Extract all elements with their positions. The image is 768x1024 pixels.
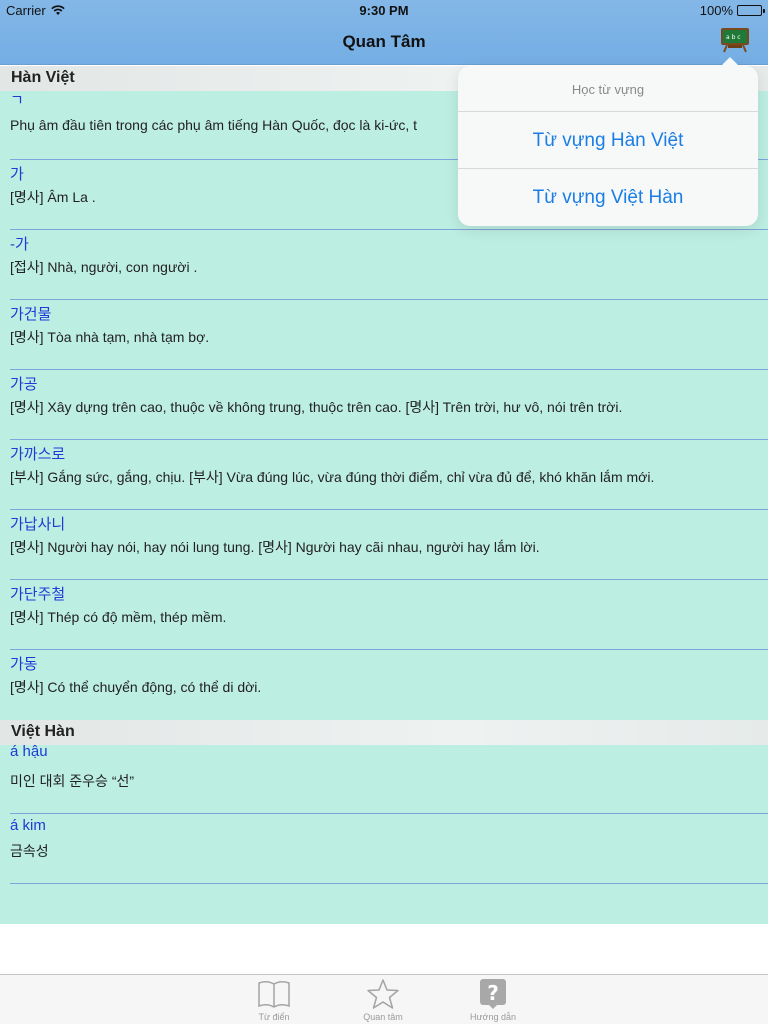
list-item[interactable]: á hậu 미인 대회 준우승 “선” [10, 743, 768, 814]
entry-meaning: 금속성 [10, 843, 49, 859]
svg-text:a b c: a b c [726, 34, 741, 41]
tab-dictionary[interactable]: Từ điển [239, 978, 309, 1022]
blackboard-abc-icon[interactable]: a b c [720, 27, 750, 53]
entry-meaning: [명사] Người hay nói, hay nói lung tung. [… [10, 539, 540, 555]
list-item[interactable]: 가단주철 [명사] Thép có độ mềm, thép mềm. [10, 580, 768, 650]
entry-word: ㄱ [10, 92, 24, 109]
list-item[interactable]: á kim 금속성 [10, 814, 768, 884]
entry-meaning: [명사] Xây dựng trên cao, thuộc về không t… [10, 399, 623, 415]
entry-meaning: [명사] Âm La . [10, 189, 96, 205]
entry-meaning: [부사] Gắng sức, gắng, chịu. [부사] Vừa đúng… [10, 469, 655, 485]
entry-meaning: [명사] Thép có độ mềm, thép mềm. [10, 609, 227, 625]
tab-label: Quan tâm [363, 1012, 403, 1022]
navigation-bar: Carrier 9:30 PM 100% Quan Tâm a b c [0, 0, 768, 65]
entry-word: 가동 [10, 656, 38, 673]
entry-word: 가공 [10, 376, 38, 393]
status-bar: Carrier 9:30 PM 100% [0, 0, 768, 22]
entry-meaning: 미인 대회 준우승 “선” [10, 773, 135, 789]
open-book-icon [258, 980, 290, 1008]
svg-text:?: ? [487, 981, 499, 1005]
entry-meaning: [명사] Tòa nhà tạm, nhà tạm bợ. [10, 329, 210, 345]
tab-bar: Từ điển Quan tâm ? Hướng dẫn [0, 974, 768, 1024]
entry-word: -가 [10, 236, 29, 253]
section-header-viet-han: Việt Hàn [0, 720, 768, 745]
list-item[interactable]: 가까스로 [부사] Gắng sức, gắng, chịu. [부사] Vừa… [10, 440, 768, 510]
list-item[interactable]: 가공 [명사] Xây dựng trên cao, thuộc về khôn… [10, 370, 768, 440]
entry-meaning: [접사] Nhà, người, con người . [10, 259, 198, 275]
learn-vocabulary-popover: Học từ vựng Từ vựng Hàn Việt Từ vựng Việ… [458, 57, 758, 226]
star-icon [367, 979, 399, 1009]
entry-word: 가납사니 [10, 516, 66, 533]
entry-word: 가 [10, 166, 24, 183]
list-item[interactable]: 가건물 [명사] Tòa nhà tạm, nhà tạm bợ. [10, 300, 768, 370]
battery-icon [737, 5, 765, 16]
tab-guide[interactable]: ? Hướng dẫn [458, 978, 528, 1022]
popover-title: Học từ vựng [458, 66, 758, 112]
list-item[interactable]: 가동 [명사] Có thể chuyển động, có thể di dờ… [10, 650, 768, 720]
vocab-han-viet-button[interactable]: Từ vựng Hàn Việt [458, 112, 758, 169]
page-title: Quan Tâm [342, 32, 426, 51]
entry-meaning: [명사] Có thể chuyển động, có thể di dời. [10, 679, 262, 695]
entry-word: á kim [10, 817, 46, 834]
entry-word: á hậu [10, 743, 48, 760]
entry-meaning: Phụ âm đầu tiên trong các phụ âm tiếng H… [10, 117, 418, 133]
vocab-viet-han-button[interactable]: Từ vựng Việt Hàn [458, 169, 758, 226]
entry-word: 가건물 [10, 306, 52, 323]
tab-label: Từ điển [258, 1012, 290, 1022]
question-mark-icon: ? [480, 979, 506, 1009]
entry-word: 가까스로 [10, 446, 66, 463]
list-item[interactable]: -가 [접사] Nhà, người, con người . [10, 230, 768, 300]
list-item[interactable]: 가납사니 [명사] Người hay nói, hay nói lung tu… [10, 510, 768, 580]
entry-word: 가단주철 [10, 586, 66, 603]
tab-favorites[interactable]: Quan tâm [348, 978, 418, 1022]
battery-percent: 100% [699, 3, 733, 18]
tab-label: Hướng dẫn [470, 1012, 516, 1022]
status-time: 9:30 PM [359, 3, 409, 18]
